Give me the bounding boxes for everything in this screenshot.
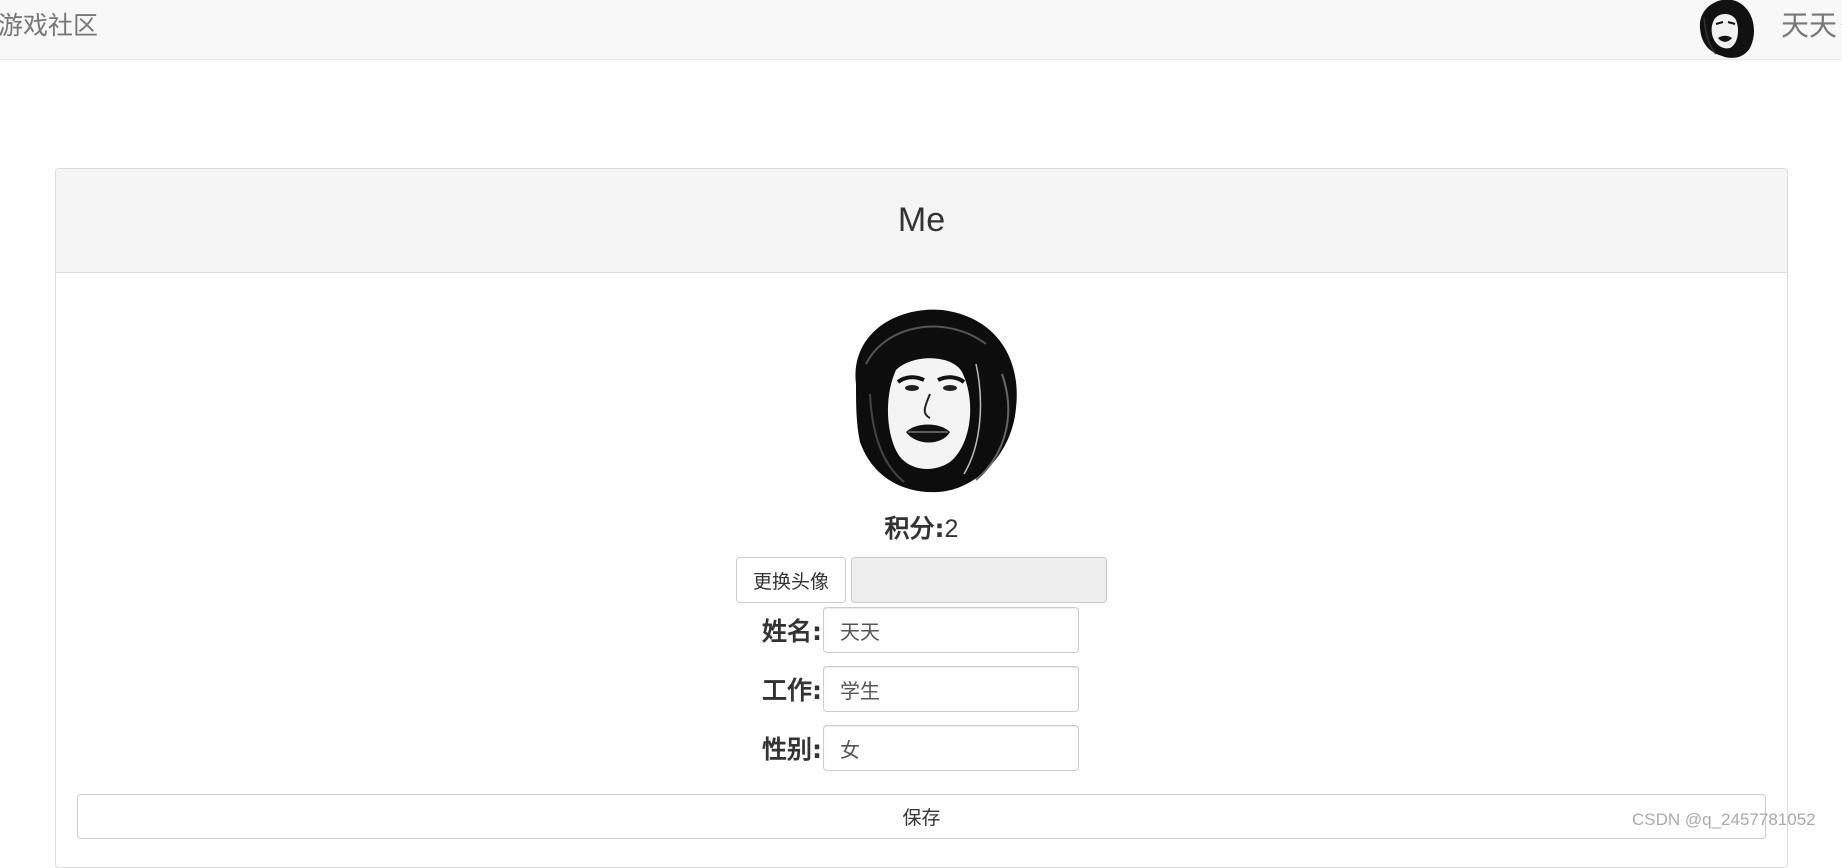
gender-input[interactable] (823, 725, 1079, 771)
name-input[interactable] (823, 607, 1079, 653)
profile-avatar-image (855, 309, 1017, 493)
change-avatar-button[interactable]: 更换头像 (736, 557, 846, 603)
avatar-file-input[interactable] (851, 557, 1107, 603)
top-navbar: 游戏社区 天天 (0, 0, 1842, 60)
name-row: 姓名: (56, 607, 1787, 653)
user-menu-toggle[interactable]: 天天 (1781, 4, 1842, 44)
score-label: 积分 (884, 514, 935, 543)
job-row: 工作: (56, 666, 1787, 712)
name-label: 姓名: (762, 617, 822, 646)
brand-link[interactable]: 游戏社区 (0, 6, 98, 42)
job-input[interactable] (823, 666, 1079, 712)
score-display: 积分:2 (56, 509, 1787, 545)
score-value: 2 (944, 515, 959, 543)
job-label: 工作: (762, 676, 822, 705)
save-button[interactable]: 保存 (77, 794, 1766, 839)
panel-title: Me (897, 201, 946, 239)
gender-label: 性别: (762, 735, 822, 764)
watermark-text: CSDN @q_2457781052 (1632, 810, 1816, 829)
panel-heading: Me (56, 169, 1787, 273)
user-name: 天天 (1781, 9, 1838, 42)
gender-row: 性别: (56, 725, 1787, 771)
profile-panel: Me 积分:2 更换头像 姓名: 工作: 性别: 保存 (55, 168, 1788, 868)
user-avatar-icon[interactable] (1692, 0, 1760, 58)
score-separator: : (934, 514, 945, 543)
